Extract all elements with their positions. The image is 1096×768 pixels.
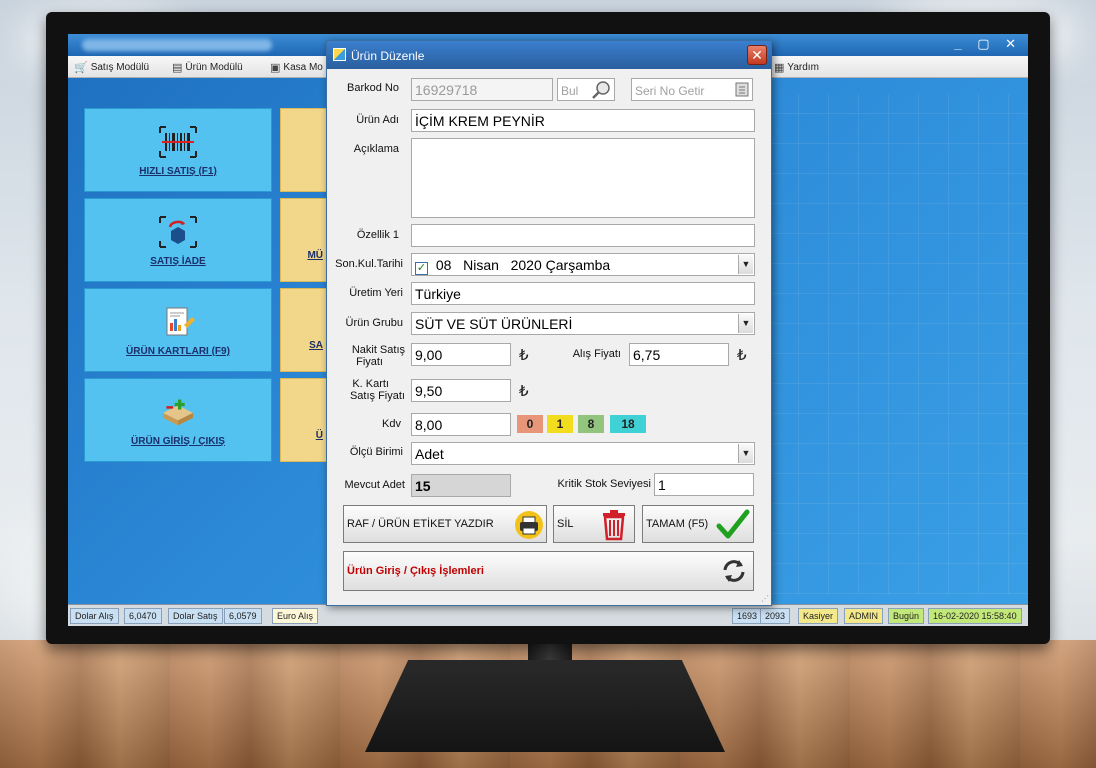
menu-urun[interactable]: ▤ Ürün Modülü: [172, 61, 243, 74]
status-kasiyer-value: ADMIN: [844, 608, 883, 624]
ozellik-input[interactable]: [411, 224, 755, 247]
nakit-label: Nakit Satış Fiyatı: [351, 344, 405, 368]
alis-label: Alış Fiyatı: [572, 348, 621, 360]
skt-checkbox[interactable]: ✓: [415, 262, 428, 275]
kdv-option-18[interactable]: 18: [610, 415, 646, 433]
barkod-input[interactable]: 16929718: [411, 78, 553, 101]
status-dolar-satis-label: Dolar Satış: [168, 608, 223, 624]
chevron-down-icon[interactable]: ▼: [738, 255, 753, 274]
lira-icon: ₺: [519, 347, 529, 364]
clipboard-icon: [735, 81, 749, 100]
giris-cikis-button[interactable]: Ürün Giriş / Çıkış İşlemleri: [343, 551, 754, 591]
olcu-birimi-select[interactable]: Adet ▼: [411, 442, 755, 465]
kritik-stok-input[interactable]: 1: [654, 473, 754, 496]
urun-duzenle-dialog: Ürün Düzenle ✕ Barkod No 16929718 Bul Se…: [326, 40, 772, 606]
menu-yardim[interactable]: ▦ Yardım: [774, 61, 819, 74]
tile-partial-2[interactable]: MÜ: [280, 198, 328, 282]
status-euro-alis-label: Euro Alış: [272, 608, 319, 624]
app-icon: [333, 48, 346, 61]
tile-satis-iade[interactable]: SATIŞ İADE: [84, 198, 272, 282]
tile-partial-3[interactable]: SA: [280, 288, 328, 372]
tile-urun-giris-cikis[interactable]: ÜRÜN GİRİŞ / ÇIKIŞ: [84, 378, 272, 462]
printer-icon: [514, 510, 544, 543]
aciklama-textarea[interactable]: [411, 138, 755, 218]
register-icon: ▣: [270, 62, 281, 74]
kritik-label: Kritik Stok Seviyesi: [557, 478, 651, 490]
kk-fiyat-input[interactable]: 9,50: [411, 379, 511, 402]
nakit-fiyat-input[interactable]: 9,00: [411, 343, 511, 366]
seri-no-getir-input[interactable]: Seri No Getir: [631, 78, 753, 101]
kdv-option-0[interactable]: 0: [517, 415, 543, 433]
lira-icon: ₺: [737, 347, 747, 364]
kdv-option-1[interactable]: 1: [547, 415, 573, 433]
tile-hizli-satis[interactable]: HIZLI SATIŞ (F1): [84, 108, 272, 192]
sil-button[interactable]: SİL: [553, 505, 635, 543]
status-dolar-alis-label: Dolar Alış: [70, 608, 119, 624]
uretim-label: Üretim Yeri: [349, 287, 403, 299]
help-icon: ▦: [774, 62, 785, 74]
dialog-title: Ürün Düzenle: [351, 49, 425, 63]
kdv-label: Kdv: [382, 418, 401, 430]
status-cell-2: 2093: [760, 608, 791, 624]
mevcut-label: Mevcut Adet: [344, 479, 405, 491]
box-icon: ▤: [172, 62, 183, 74]
status-cell-1: 1693: [732, 608, 763, 624]
close-button[interactable]: ✕: [747, 45, 767, 65]
tile-urun-kartlari[interactable]: ÜRÜN KARTLARI (F9): [84, 288, 272, 372]
uretim-yeri-input[interactable]: Türkiye: [411, 282, 755, 305]
kdv-input[interactable]: 8,00: [411, 413, 511, 436]
urun-adi-label: Ürün Adı: [356, 114, 399, 126]
tamam-button[interactable]: TAMAM (F5): [642, 505, 754, 543]
resize-grip[interactable]: ⋰: [761, 594, 769, 603]
report-icon: [158, 304, 198, 340]
checkmark-icon: [716, 508, 750, 545]
lira-icon: ₺: [519, 383, 529, 400]
status-dolar-satis-value: 6,0579: [224, 608, 262, 624]
window-controls[interactable]: _ ▢ ✕: [954, 36, 1022, 52]
background-pattern: [768, 94, 1028, 594]
dialog-titlebar[interactable]: Ürün Düzenle ✕: [327, 41, 771, 69]
alis-fiyat-input[interactable]: 6,75: [629, 343, 729, 366]
inventory-icon: [158, 394, 198, 430]
cart-icon: 🛒: [74, 62, 88, 74]
monitor-stand-base: [365, 660, 725, 752]
olcu-label: Ölçü Birimi: [349, 446, 403, 458]
urun-adi-input[interactable]: İÇİM KREM PEYNİR: [411, 109, 755, 132]
etiket-yazdir-button[interactable]: RAF / ÜRÜN ETİKET YAZDIR: [343, 505, 547, 543]
chevron-down-icon[interactable]: ▼: [738, 444, 753, 463]
barkod-label: Barkod No: [347, 82, 399, 94]
status-bugun-label: Bugün: [888, 608, 925, 624]
menu-satis[interactable]: 🛒 Satış Modülü: [74, 61, 149, 74]
refresh-icon: [719, 556, 749, 589]
grup-label: Ürün Grubu: [345, 317, 403, 329]
menu-kasa[interactable]: ▣ Kasa Mo: [270, 61, 323, 74]
status-kasiyer-label: Kasiyer: [798, 608, 839, 624]
aciklama-label: Açıklama: [353, 143, 399, 155]
skt-datepicker[interactable]: ✓ 08 Nisan 2020 Çarşamba ▼: [411, 253, 755, 276]
tile-partial-1[interactable]: [280, 108, 328, 192]
tile-partial-4[interactable]: Ü: [280, 378, 328, 462]
main-statusbar: Dolar Alış 6,0470 Dolar Satış 6,0579 Eur…: [68, 604, 1028, 626]
kk-label: K. Kartı Satış Fiyatı: [349, 378, 405, 402]
chevron-down-icon[interactable]: ▼: [738, 314, 753, 333]
urun-grubu-select[interactable]: SÜT VE SÜT ÜRÜNLERİ ▼: [411, 312, 755, 335]
bul-search-input[interactable]: Bul: [557, 78, 615, 101]
trash-icon: [600, 509, 628, 544]
barcode-icon: [158, 124, 198, 160]
return-box-icon: [158, 214, 198, 250]
mevcut-adet-field: 15: [411, 474, 511, 497]
search-icon: [590, 80, 612, 100]
kdv-option-8[interactable]: 8: [578, 415, 604, 433]
status-bugun-value: 16-02-2020 15:58:40: [928, 608, 1022, 624]
ozellik-label: Özellik 1: [356, 229, 399, 241]
skt-label: Son.Kul.Tarihi: [335, 258, 403, 270]
status-dolar-alis-value: 6,0470: [124, 608, 162, 624]
main-window-title: [82, 39, 272, 51]
